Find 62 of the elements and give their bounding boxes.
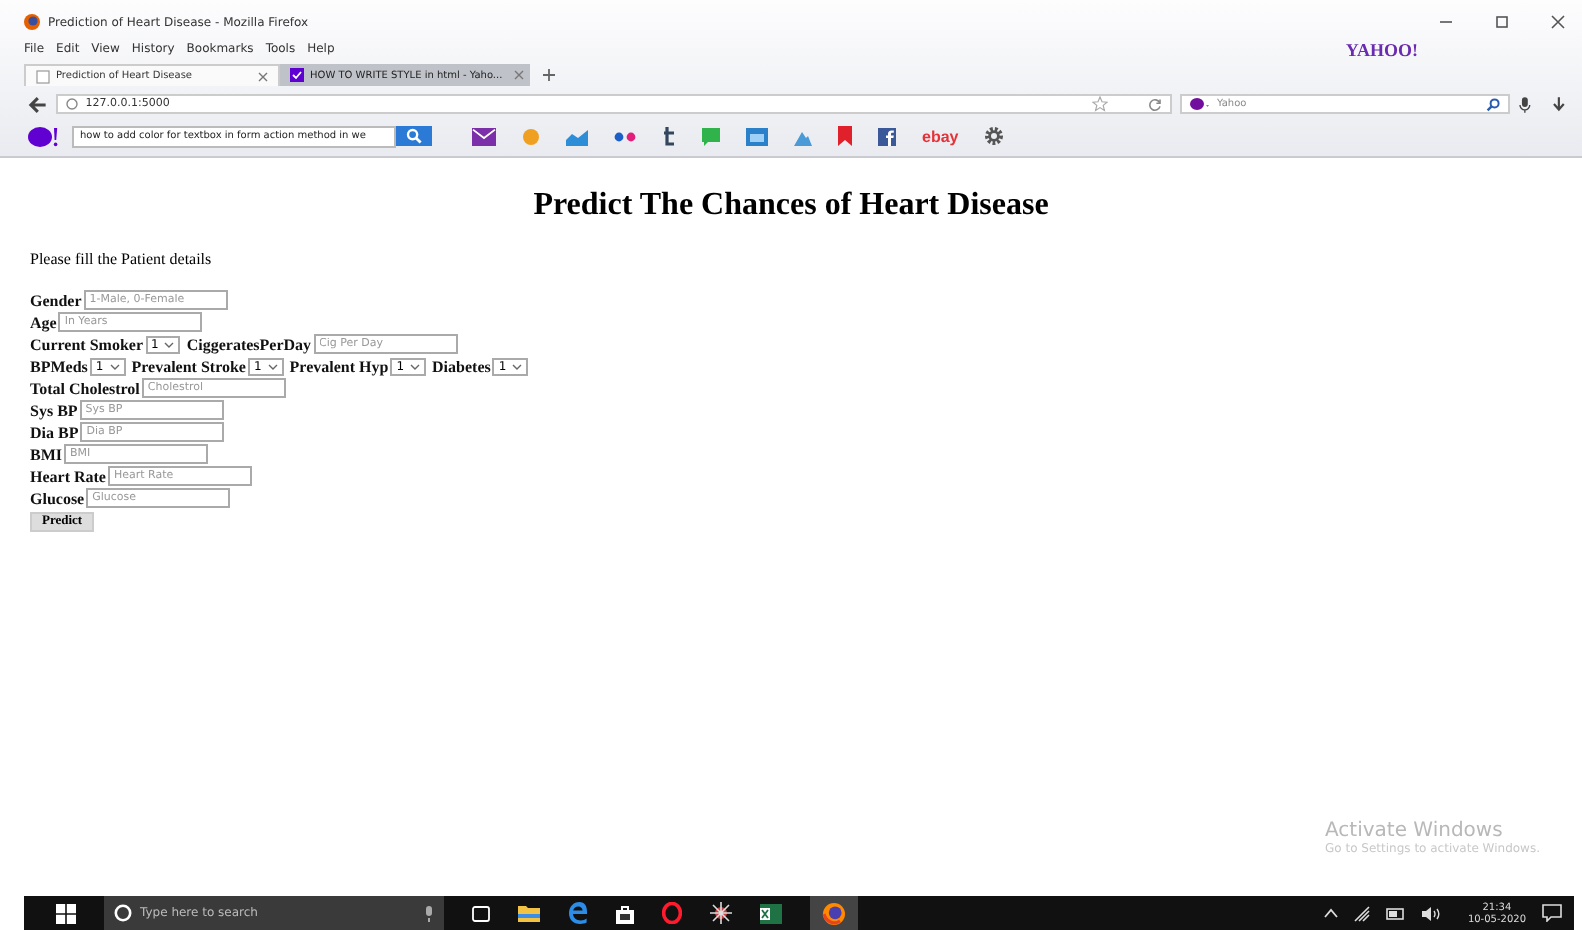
chevron-up-icon[interactable] [1323,908,1338,918]
field-label: Heart Rate [30,467,106,485]
dots-icon[interactable] [614,131,636,141]
field-label: BPMeds [30,357,88,375]
field-label: Gender [30,291,82,309]
firefox-icon[interactable] [822,901,846,925]
field-label: BMI [30,445,62,463]
caret-icon [164,341,175,347]
field-label: Diabetes [432,357,491,375]
reload-icon[interactable] [1148,97,1163,111]
search-icon[interactable] [1486,97,1501,111]
field-label: Sys BP [30,401,78,419]
bookmark-icon[interactable] [838,126,852,146]
firefox-icon [24,14,40,30]
facebook-icon[interactable] [878,127,896,145]
field-label: Prevalent Stroke [131,357,246,375]
field-label: Age [30,313,57,331]
caret-icon [109,363,120,369]
maximize-icon[interactable] [1494,14,1510,30]
field-label: CiggeratesPerDay [186,335,312,353]
search-button[interactable] [396,126,432,146]
start-icon[interactable] [56,903,76,923]
caret-icon [410,363,421,369]
tumblr-icon[interactable] [662,126,676,146]
yahoo-tab-icon [290,68,304,82]
field-label: Current Smoker [30,335,144,353]
field-label: Prevalent Hyp [289,357,389,375]
mountain-icon[interactable] [794,127,812,145]
notification-icon[interactable] [1542,904,1562,922]
chart-icon[interactable] [566,127,588,145]
task-view-icon[interactable] [472,905,490,921]
star-icon[interactable] [1092,96,1109,112]
download-icon[interactable] [1552,95,1566,113]
ebay-logo[interactable]: ebay [922,127,959,145]
activation-title: Activate Windows [1325,820,1505,842]
opera-icon[interactable] [662,902,682,924]
microphone-icon[interactable] [424,905,434,921]
cortana-icon [114,904,132,922]
yahoo-icon[interactable] [28,125,60,147]
volume-icon[interactable] [1421,905,1440,921]
close-icon[interactable] [1550,14,1566,30]
close-icon[interactable] [258,71,268,81]
field-label: Total Cholestrol [30,379,140,397]
caret-icon [512,363,523,369]
mail-icon[interactable] [472,127,496,145]
caret-icon [267,363,278,369]
yahoo-logo: YAHOO! [1345,40,1418,60]
page-heading: Predict The Chances of Heart Disease [531,188,1051,224]
page-icon [36,69,50,83]
store-icon[interactable] [616,903,634,923]
folder-icon[interactable] [518,904,540,922]
edge-icon[interactable] [568,902,588,924]
new-tab-icon[interactable] [542,68,556,82]
battery-icon[interactable] [1385,907,1406,919]
field-label: Dia BP [30,423,79,441]
field-label: Glucose [30,489,85,507]
intro-text: Please fill the Patient details [30,250,214,268]
back-arrow-icon[interactable] [28,95,48,113]
spreadsheet-icon[interactable] [760,903,782,923]
calendar-icon[interactable] [746,127,768,145]
microphone-icon[interactable] [1518,95,1533,113]
gear-icon[interactable] [984,126,1005,146]
